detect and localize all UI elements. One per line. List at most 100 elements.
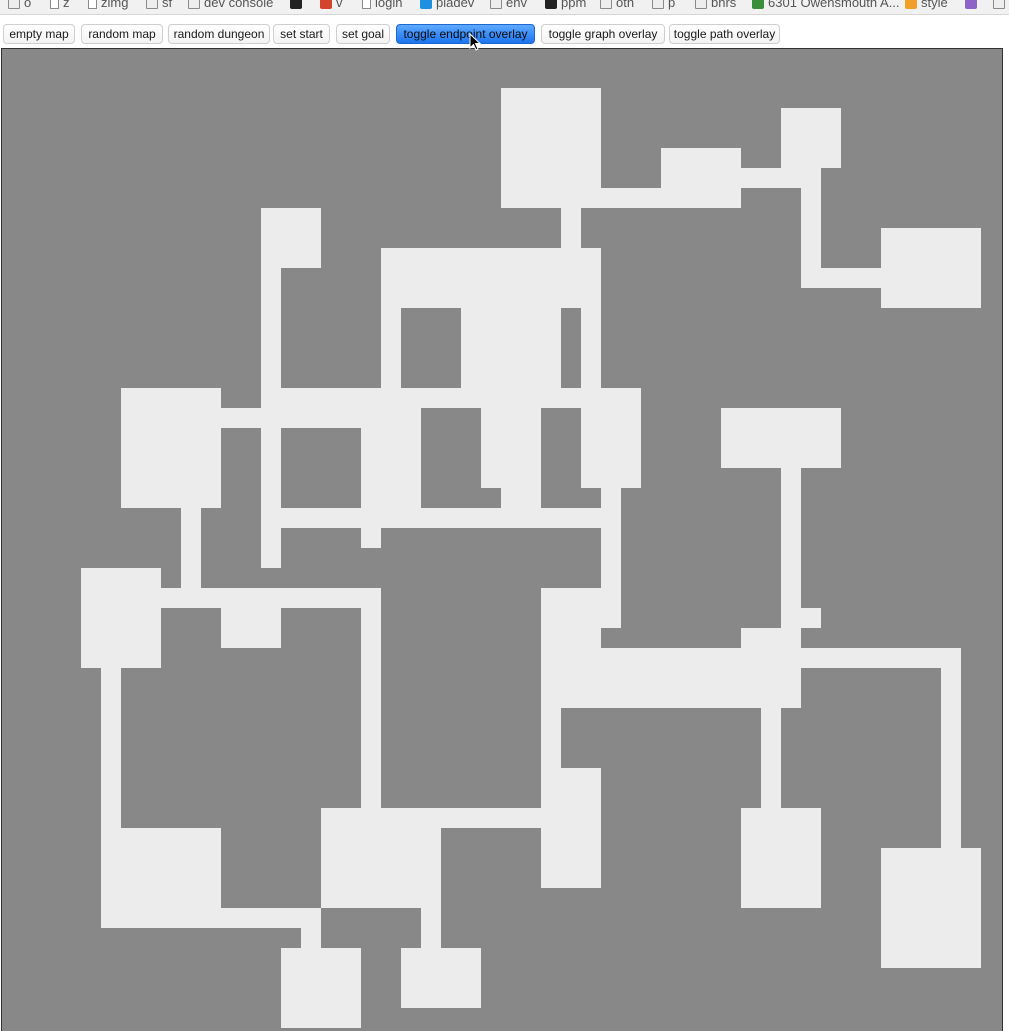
bookmark-6[interactable]: v (320, 0, 343, 12)
dungeon-corridor-21 (781, 608, 821, 628)
dungeon-corridor-7 (261, 388, 601, 408)
folder-icon (652, 0, 664, 10)
folder-icon (600, 0, 612, 10)
dungeon-corridor-22 (801, 648, 961, 668)
app-square-icon (965, 0, 977, 10)
bookmarks-bar: o z zimg sf dev console v login pladev env ppm oth… (0, 0, 1009, 15)
page-icon (362, 0, 371, 10)
bookmark-label: sf (162, 0, 173, 10)
bookmark-10[interactable]: ppm (545, 0, 586, 12)
dungeon-room-3 (881, 228, 981, 308)
bookmark-label: v (336, 0, 343, 10)
dungeon-room-17 (101, 828, 221, 928)
dungeon-corridor-2 (801, 168, 821, 268)
bookmark-label: style (921, 0, 948, 10)
set-start-button[interactable]: set start (273, 24, 330, 44)
folder-icon (188, 0, 200, 10)
maps-pin-icon (752, 0, 764, 10)
page-icon (88, 0, 97, 10)
ca-logo-icon (545, 0, 557, 10)
dungeon-room-10 (501, 408, 541, 508)
bookmark-3[interactable]: sf (146, 0, 172, 12)
dungeon-room-9 (601, 388, 641, 488)
toggle-endpoint-overlay-button[interactable]: toggle endpoint overlay (396, 24, 535, 44)
bookmark-17[interactable] (993, 0, 1009, 12)
dungeon-corridor-24 (761, 648, 781, 828)
bookmark-label: zimg (101, 0, 129, 10)
empty-map-button[interactable]: empty map (3, 24, 75, 44)
dungeon-corridor-0 (601, 188, 681, 208)
dungeon-corridor-3 (801, 268, 881, 288)
dungeon-room-15 (541, 648, 741, 708)
folder-icon (993, 0, 1005, 10)
bookmark-4[interactable]: dev console (188, 0, 273, 12)
ca-logo-icon (290, 0, 302, 10)
bookmark-11[interactable]: oth (600, 0, 634, 12)
bookmark-16[interactable] (965, 0, 981, 12)
bookmark-8[interactable]: pladev (420, 0, 474, 12)
page-icon (50, 0, 59, 10)
bookmark-label: pladev (436, 0, 475, 10)
bookmark-2[interactable]: zimg (88, 0, 128, 12)
dungeon-room-18 (321, 808, 441, 908)
dungeon-corridor-30 (121, 648, 141, 668)
dungeon-corridor-23 (941, 648, 961, 868)
dungeon-corridor-12 (361, 508, 381, 548)
bookmark-label: o (24, 0, 32, 10)
bookmark-5[interactable] (290, 0, 306, 12)
dungeon-room-21 (881, 848, 981, 968)
bookmark-1[interactable]: z (50, 0, 70, 12)
mouse-cursor-icon (469, 33, 481, 51)
dungeon-corridor-1 (741, 168, 801, 188)
random-map-button[interactable]: random map (81, 24, 163, 44)
dungeon-corridor-4 (561, 208, 581, 248)
folder-icon (8, 0, 20, 10)
bookmark-12[interactable]: p (652, 0, 675, 12)
dungeon-corridor-29 (421, 908, 441, 968)
toggle-graph-overlay-button[interactable]: toggle graph overlay (541, 24, 665, 44)
dungeon-corridor-25 (541, 628, 561, 788)
dungeon-room-6 (461, 308, 561, 388)
dungeon-corridor-5 (581, 248, 601, 488)
dungeon-corridor-10 (281, 508, 601, 528)
dungeon-corridor-14 (161, 588, 281, 608)
bookmark-0[interactable]: o (8, 0, 31, 12)
bookmark-15[interactable]: style (905, 0, 948, 12)
dungeon-corridor-26 (441, 808, 541, 828)
dungeon-corridor-13 (181, 508, 201, 588)
set-goal-button[interactable]: set goal (336, 24, 390, 44)
bookmark-7[interactable]: login (362, 0, 402, 12)
bookmark-label: env (506, 0, 527, 10)
cloud-icon (420, 0, 432, 10)
bookmark-9[interactable]: env (490, 0, 527, 12)
dungeon-corridor-8 (381, 288, 401, 408)
bookmark-label: oth (616, 0, 635, 10)
folder-icon (490, 0, 502, 10)
flame-icon (320, 0, 332, 10)
dungeon-corridor-15 (281, 588, 361, 608)
dungeon-corridor-9 (481, 288, 501, 488)
dungeon-map-canvas[interactable] (1, 48, 1003, 1031)
dungeon-room-11 (721, 408, 841, 468)
dungeon-corridor-28 (301, 908, 321, 968)
dungeon-room-7 (121, 388, 221, 508)
dungeon-room-4 (261, 208, 321, 268)
folder-icon (146, 0, 158, 10)
dungeon-room-2 (781, 108, 841, 168)
random-dungeon-button[interactable]: random dungeon (168, 24, 270, 44)
bookmark-label: p (668, 0, 676, 10)
dungeon-corridor-17 (101, 588, 121, 828)
fish-icon (905, 0, 917, 10)
dungeon-corridor-19 (601, 488, 621, 628)
dungeon-corridor-16 (361, 588, 381, 808)
bookmark-label: z (63, 0, 70, 10)
bookmark-13[interactable]: bhrs (695, 0, 736, 12)
folder-icon (695, 0, 707, 10)
bookmark-label: login (375, 0, 403, 10)
bookmark-label: 6301 Owensmouth A... (768, 0, 900, 10)
bookmark-label: dev console (204, 0, 274, 10)
toggle-path-overlay-button[interactable]: toggle path overlay (669, 24, 780, 44)
dungeon-corridor-11 (201, 408, 381, 428)
dungeon-room-0 (501, 88, 601, 208)
bookmark-14[interactable]: 6301 Owensmouth A... (752, 0, 900, 12)
